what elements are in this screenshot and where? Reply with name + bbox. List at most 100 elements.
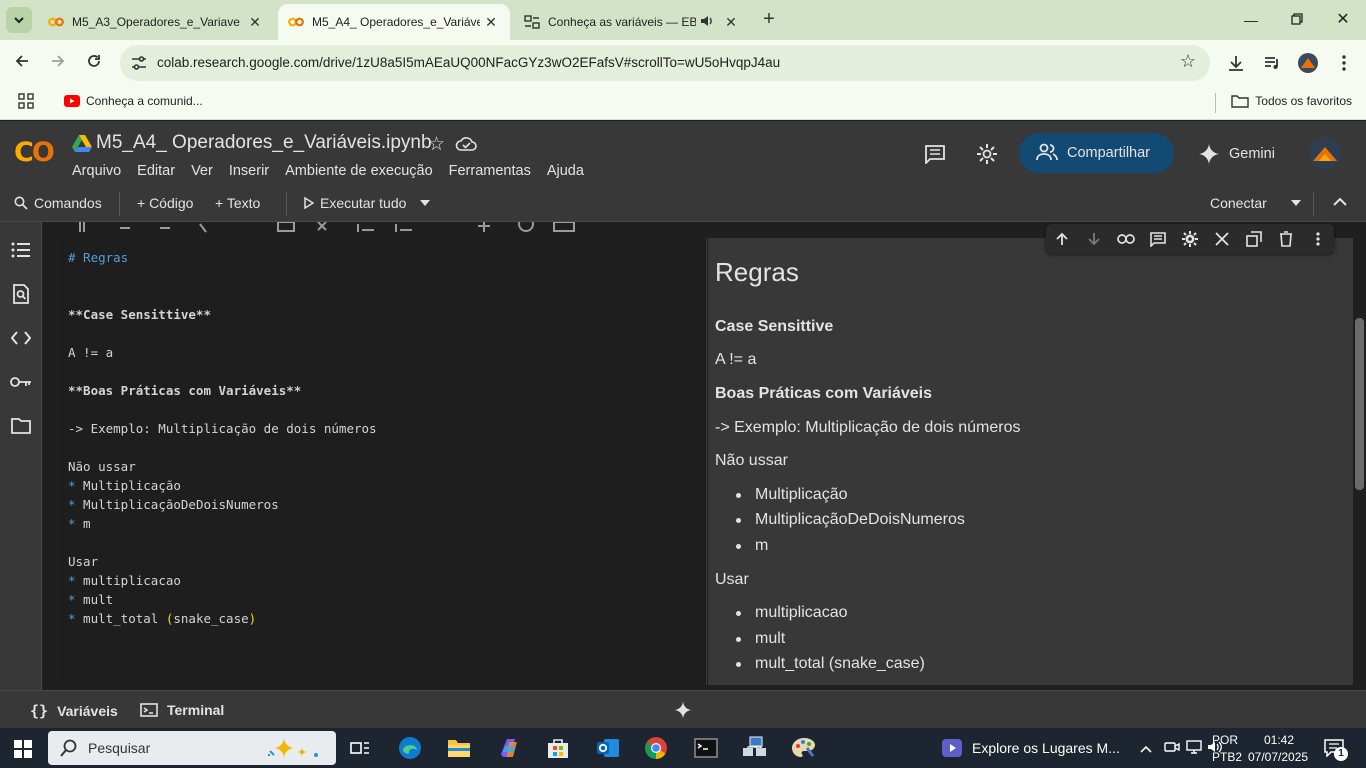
code-text: m — [75, 516, 91, 531]
add-code-button[interactable]: + Código — [137, 195, 193, 211]
colab-logo[interactable]: CO — [14, 137, 55, 168]
edge-icon[interactable] — [396, 734, 424, 762]
tab-search-button[interactable] — [6, 7, 32, 33]
menu-ver[interactable]: Ver — [191, 163, 213, 179]
cloud-saved-icon[interactable] — [455, 136, 477, 152]
menu-ajuda[interactable]: Ajuda — [547, 163, 584, 179]
download-icon[interactable] — [1224, 51, 1248, 75]
back-button[interactable] — [9, 50, 35, 76]
menu-inserir[interactable]: Inserir — [229, 163, 269, 179]
omnibox[interactable]: colab.research.google.com/drive/1zU8a5I5… — [120, 45, 1210, 81]
close-editor-icon[interactable] — [1211, 228, 1233, 250]
copilot-app-icon[interactable] — [495, 734, 523, 762]
menu-editar[interactable]: Editar — [137, 163, 175, 179]
scrollbar-thumb[interactable] — [1355, 318, 1364, 490]
caret-down-icon[interactable] — [1290, 200, 1301, 206]
menu-arquivo[interactable]: Arquivo — [72, 163, 121, 179]
bookmark-star-icon[interactable]: ☆ — [1180, 51, 1196, 72]
file-explorer-icon[interactable] — [445, 734, 473, 762]
table-of-contents-icon[interactable] — [9, 238, 33, 262]
gemini-button[interactable]: Gemini — [1198, 143, 1275, 165]
variables-button[interactable]: {} Variáveis — [30, 702, 118, 720]
browser-tab-2[interactable]: M5_A4_ Operadores_e_Variáveis ✕ — [278, 4, 510, 40]
move-down-icon[interactable] — [1083, 228, 1105, 250]
clock-time[interactable]: 01:42 — [1264, 733, 1294, 747]
run-all-button[interactable]: Executar tudo — [304, 195, 431, 211]
all-favorites-button[interactable]: Todos os favoritos — [1231, 94, 1352, 108]
minimize-button[interactable]: — — [1236, 8, 1266, 32]
close-tab-icon[interactable]: ✕ — [482, 13, 500, 31]
browser-menu-icon[interactable] — [1332, 51, 1356, 75]
list-item: m — [735, 537, 769, 554]
profile-avatar[interactable] — [1296, 51, 1320, 75]
news-text: Explore os Lugares M... — [972, 740, 1120, 756]
close-window-button[interactable]: ✕ — [1328, 8, 1358, 32]
close-tab-icon[interactable]: ✕ — [246, 13, 264, 31]
keyboard-language[interactable]: POR — [1212, 733, 1238, 747]
gemini-sparkle-icon[interactable] — [674, 701, 692, 724]
connect-button[interactable]: Conectar — [1210, 195, 1301, 211]
browser-tab-3[interactable]: Conheça as variáveis — EBA ✕ — [514, 4, 750, 40]
link-icon[interactable] — [1115, 228, 1137, 250]
code-text: Multiplicação — [75, 478, 181, 493]
add-text-button[interactable]: + Texto — [215, 195, 260, 211]
notification-center-icon[interactable]: 1 — [1324, 739, 1348, 762]
microsoft-store-icon[interactable] — [544, 734, 572, 762]
code-snippets-icon[interactable] — [9, 326, 33, 350]
arrow-right-icon — [52, 55, 65, 67]
network-app-icon[interactable] — [741, 734, 769, 762]
close-tab-icon[interactable]: ✕ — [722, 13, 740, 31]
meet-now-icon[interactable] — [1164, 739, 1180, 760]
commands-button[interactable]: Comandos — [14, 195, 102, 211]
taskbar-search-box[interactable]: Pesquisar — [48, 731, 336, 765]
move-up-icon[interactable] — [1051, 228, 1073, 250]
clock-date[interactable]: 07/07/2025 — [1248, 750, 1308, 764]
media-control-icon[interactable] — [1260, 51, 1284, 75]
find-replace-icon[interactable] — [9, 282, 33, 306]
cell-settings-gear-icon[interactable] — [1179, 228, 1201, 250]
files-folder-icon[interactable] — [9, 414, 33, 438]
star-icon[interactable]: ☆ — [428, 133, 445, 156]
secrets-key-icon[interactable] — [9, 370, 33, 394]
more-options-icon[interactable] — [1307, 228, 1329, 250]
preview-paragraph: Não ussar — [715, 452, 788, 469]
comments-icon[interactable] — [922, 141, 948, 167]
outlook-icon[interactable] — [594, 734, 622, 762]
notebook-title[interactable]: M5_A4_ Operadores_e_Variáveis.ipynb — [96, 132, 432, 154]
chrome-icon[interactable] — [632, 728, 680, 768]
menu-ambiente[interactable]: Ambiente de execução — [285, 163, 433, 179]
colab-favicon — [288, 14, 304, 30]
settings-gear-icon[interactable] — [974, 141, 1000, 167]
delete-trash-icon[interactable] — [1275, 228, 1297, 250]
news-widget[interactable]: Explore os Lugares M... — [942, 739, 1120, 757]
commands-label: Comandos — [34, 195, 102, 211]
reload-button[interactable] — [81, 50, 107, 76]
forward-button[interactable] — [45, 50, 71, 76]
share-button[interactable]: Compartilhar — [1019, 133, 1174, 173]
restore-button[interactable] — [1282, 8, 1312, 32]
site-settings-icon[interactable] — [130, 54, 148, 72]
copilot-stars-icon — [268, 737, 318, 759]
google-drive-icon[interactable] — [72, 134, 92, 152]
terminal-button[interactable]: Terminal — [140, 702, 224, 718]
collapse-header-button[interactable] — [1333, 197, 1347, 206]
windows-start-icon[interactable] — [14, 740, 32, 758]
caret-down-icon[interactable] — [420, 200, 431, 206]
markdown-editor[interactable]: # Regras **Case Sensittive** A != a **Bo… — [62, 238, 707, 685]
terminal-app-icon[interactable] — [692, 734, 720, 762]
browser-tab-1[interactable]: M5_A3_Operadores_e_Variaveis ✕ — [38, 4, 274, 40]
keyboard-layout[interactable]: PTB2 — [1212, 750, 1242, 764]
network-icon[interactable] — [1186, 739, 1202, 760]
task-view-icon[interactable] — [346, 734, 374, 762]
user-avatar[interactable] — [1309, 137, 1341, 169]
comment-icon[interactable] — [1147, 228, 1169, 250]
new-tab-button[interactable]: + — [758, 8, 780, 30]
mirror-cell-icon[interactable] — [1243, 228, 1265, 250]
bookmark-youtube[interactable]: Conheça a comunid... — [64, 94, 203, 108]
menu-ferramentas[interactable]: Ferramentas — [449, 163, 531, 179]
preview-paragraph: Usar — [715, 571, 749, 588]
speaker-icon[interactable] — [700, 14, 714, 31]
apps-grid-icon[interactable] — [18, 93, 34, 109]
paint-app-icon[interactable] — [790, 734, 818, 762]
chevron-up-icon[interactable] — [1140, 740, 1152, 758]
